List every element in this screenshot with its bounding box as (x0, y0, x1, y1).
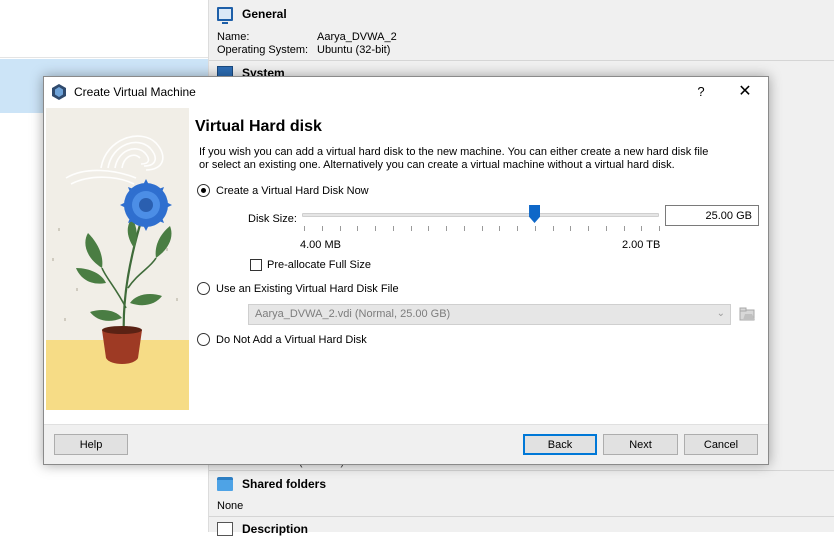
help-icon[interactable]: ? (689, 81, 713, 103)
name-value: Aarya_DVWA_2 (317, 31, 397, 43)
os-label: Operating System: (217, 44, 309, 56)
slider-tick (534, 226, 536, 231)
option-do-not-add[interactable]: Do Not Add a Virtual Hard Disk (197, 333, 367, 346)
slider-tick (304, 226, 305, 231)
section-shared-folders[interactable]: Shared folders (217, 475, 326, 493)
description-icon (217, 522, 233, 536)
section-general-title: General (242, 7, 287, 21)
section-divider (209, 516, 834, 517)
radio-use-existing[interactable] (197, 282, 210, 295)
monitor-icon (217, 7, 233, 24)
slider-tick (659, 226, 660, 231)
back-button[interactable]: Back (523, 434, 597, 455)
shared-folders-value: None (217, 500, 244, 512)
slider-tick (481, 226, 483, 231)
section-description-title: Description (242, 522, 309, 536)
slider-tick (463, 226, 465, 231)
wizard-page: Virtual Hard disk If you wish you can ad… (194, 108, 768, 410)
radio-create-now[interactable] (197, 184, 210, 197)
next-button[interactable]: Next (603, 434, 678, 455)
page-description: If you wish you can add a virtual hard d… (199, 146, 709, 171)
section-shared-folders-title: Shared folders (242, 477, 327, 491)
page-title: Virtual Hard disk (195, 118, 322, 135)
slider-tick (375, 226, 376, 231)
wizard-illustration (46, 108, 189, 410)
folder-icon (217, 477, 233, 491)
disk-size-min-label: 4.00 MB (300, 239, 341, 251)
dialog-footer: Help Back Next Cancel (44, 424, 768, 464)
option-do-not-add-label: Do Not Add a Virtual Hard Disk (216, 333, 367, 346)
help-button[interactable]: Help (54, 434, 128, 455)
folder-open-icon[interactable] (737, 304, 757, 325)
option-use-existing[interactable]: Use an Existing Virtual Hard Disk File (197, 282, 399, 295)
slider-tick (428, 226, 430, 231)
vm-list-item[interactable] (0, 0, 208, 58)
slider-tick (552, 226, 554, 231)
slider-tick (517, 226, 518, 231)
chevron-down-icon: ⌄ (716, 308, 725, 319)
slider-tick (588, 226, 589, 231)
slider-tick (605, 226, 607, 231)
existing-file-select[interactable]: Aarya_DVWA_2.vdi (Normal, 25.00 GB) ⌄ (248, 304, 731, 325)
preallocate-option[interactable]: Pre-allocate Full Size (250, 259, 371, 271)
slider-tick (570, 226, 572, 231)
slider-tick (623, 226, 625, 231)
option-create-now[interactable]: Create a Virtual Hard Disk Now (197, 184, 369, 197)
disk-size-slider[interactable] (302, 213, 659, 217)
slider-tick (321, 226, 323, 231)
slider-ticks (304, 226, 660, 232)
os-row: Operating System: Ubuntu (32-bit) (217, 44, 390, 56)
name-row: Name: Aarya_DVWA_2 (217, 31, 397, 43)
slider-tick (641, 226, 643, 231)
close-icon[interactable]: ✕ (730, 81, 760, 103)
slider-tick (499, 226, 501, 231)
preallocate-label: Pre-allocate Full Size (267, 259, 371, 271)
section-divider (209, 60, 834, 61)
slider-tick (410, 226, 412, 231)
slider-tick (357, 226, 359, 231)
cancel-button[interactable]: Cancel (684, 434, 758, 455)
dialog-titlebar[interactable]: Create Virtual Machine ? ✕ (44, 77, 768, 107)
dialog-title: Create Virtual Machine (74, 85, 196, 99)
section-divider (209, 470, 834, 471)
os-value: Ubuntu (32-bit) (317, 44, 391, 56)
disk-size-label: Disk Size: (248, 213, 297, 225)
option-create-now-label: Create a Virtual Hard Disk Now (216, 184, 369, 197)
virtualbox-icon (52, 84, 66, 100)
section-general[interactable]: General (217, 5, 287, 24)
slider-tick (446, 226, 447, 231)
option-use-existing-label: Use an Existing Virtual Hard Disk File (216, 282, 399, 295)
slider-tick (339, 226, 341, 231)
slider-tick (392, 226, 394, 231)
existing-file-value: Aarya_DVWA_2.vdi (Normal, 25.00 GB) (255, 308, 451, 320)
radio-do-not-add[interactable] (197, 333, 210, 346)
section-description[interactable]: Description (217, 520, 308, 538)
disk-size-slider-handle[interactable] (529, 205, 541, 223)
disk-size-max-label: 2.00 TB (622, 239, 661, 251)
name-label: Name: (217, 31, 250, 43)
disk-size-input[interactable] (665, 205, 759, 226)
create-vm-dialog: Create Virtual Machine ? ✕ Virtual Hard … (43, 76, 769, 465)
preallocate-checkbox[interactable] (250, 259, 262, 271)
